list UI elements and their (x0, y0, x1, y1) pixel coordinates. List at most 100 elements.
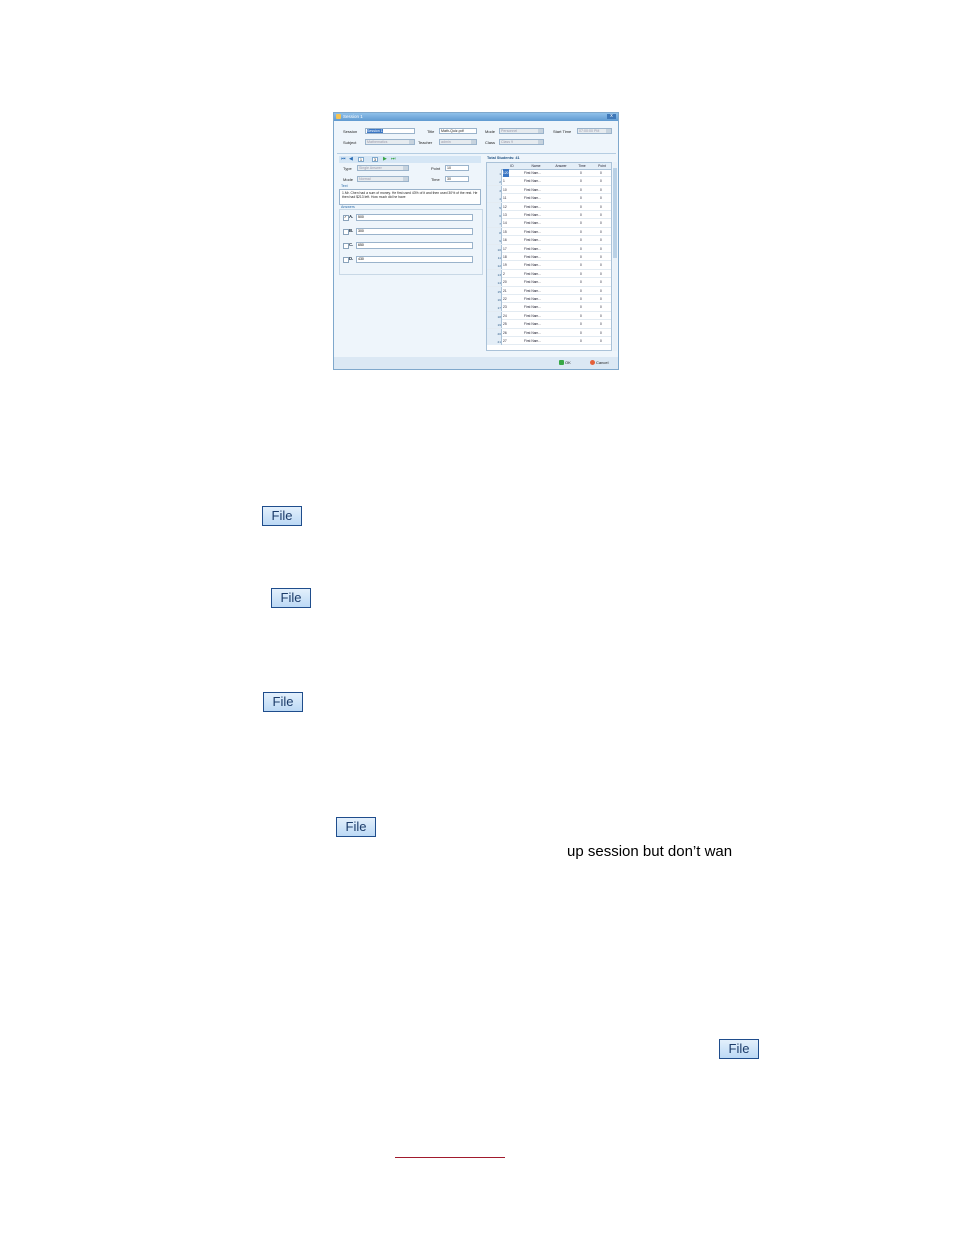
time-field[interactable]: 30 (445, 176, 469, 182)
row-number: 16 (487, 295, 502, 303)
answer-field[interactable]: 430 (356, 256, 473, 263)
cell-id: 23 (503, 305, 507, 310)
table-row[interactable]: 5 12 First Nam... 0 0 (487, 202, 611, 211)
prev-page-icon[interactable]: ◀ (349, 157, 353, 162)
file-menu-button[interactable]: File (271, 588, 311, 608)
question-text[interactable]: 1.Mr. Chen had a sum of money. He first … (339, 189, 481, 205)
row-number: 9 (487, 236, 502, 245)
table-row[interactable]: 1 120 First Nam... 0 0 (487, 169, 611, 178)
cell-name: First Nam... (524, 196, 542, 201)
answer-field[interactable]: 650 (356, 242, 473, 249)
cell-name: First Nam... (524, 221, 542, 226)
class-select[interactable]: Class 9 (499, 139, 544, 145)
table-row[interactable]: 14 20 First Nam... 0 0 (487, 278, 611, 287)
row-number: 15 (487, 286, 502, 295)
chevron-down-icon (471, 140, 476, 144)
cell-name: First Nam... (524, 229, 542, 234)
table-row[interactable]: 17 23 First Nam... 0 0 (487, 303, 611, 312)
mode-select[interactable]: Personnel (499, 128, 544, 134)
file-menu-button[interactable]: File (719, 1039, 759, 1059)
chevron-down-icon (606, 129, 611, 133)
cell-time: 0 (580, 271, 582, 276)
text-section-label: Text (341, 184, 348, 188)
table-row[interactable]: 2 1 First Nam... 0 0 (487, 177, 611, 186)
answer-checkbox[interactable] (343, 257, 349, 263)
scrollbar-thumb[interactable] (613, 168, 617, 258)
answer-field[interactable]: 300 (356, 228, 473, 235)
question-editor: ⏮ ◀ 1 3 ▶ ⏭ Type Single Answer Mode Norm… (339, 156, 487, 369)
table-row[interactable]: 15 21 First Nam... 0 0 (487, 286, 611, 295)
mode-label: Mode (485, 129, 496, 134)
last-page-icon[interactable]: ⏭ (391, 157, 396, 162)
table-row[interactable]: 11 18 First Nam... 0 0 (487, 253, 611, 262)
table-row[interactable]: 19 25 First Nam... 0 0 (487, 320, 611, 329)
answer-field[interactable]: 500 (356, 214, 473, 221)
ok-button[interactable]: OK (559, 360, 571, 366)
file-menu-button[interactable]: File (262, 506, 302, 526)
question-mode-label: Mode (343, 177, 354, 182)
cancel-icon (590, 360, 595, 366)
table-row[interactable]: 13 2 First Nam... 0 0 (487, 269, 611, 279)
title-field[interactable]: Math-Quiz.pdf (439, 128, 477, 134)
total-students: Total Students: 41 (487, 156, 520, 160)
answer-checkbox[interactable] (343, 229, 349, 235)
cell-time: 0 (580, 280, 582, 285)
teacher-label: Teacher (418, 140, 433, 145)
table-row[interactable]: 10 17 First Nam... 0 0 (487, 244, 611, 253)
close-icon[interactable]: x (607, 114, 616, 119)
cell-point: 0 (600, 339, 602, 343)
table-row[interactable]: 3 10 First Nam... 0 0 (487, 185, 611, 195)
cell-point: 0 (600, 271, 602, 276)
cell-time: 0 (580, 238, 582, 243)
table-row[interactable]: 7 14 First Nam... 0 0 (487, 219, 611, 228)
table-row[interactable]: 4 11 First Nam... 0 0 (487, 194, 611, 203)
answer-checkbox[interactable]: ✓ (343, 215, 349, 221)
cell-id: 12 (503, 204, 507, 209)
table-row[interactable]: 21 27 First Nam... 0 0 (487, 337, 611, 346)
table-row[interactable]: 8 15 First Nam... 0 0 (487, 227, 611, 237)
subject-select[interactable]: Mathematics (365, 139, 415, 145)
chevron-down-icon (409, 140, 414, 144)
table-row[interactable]: 16 22 First Nam... 0 0 (487, 295, 611, 304)
start-time-field[interactable]: 07:00:00 PM (577, 128, 612, 134)
first-page-icon[interactable]: ⏮ (341, 157, 346, 162)
table-row[interactable]: 6 13 First Nam... 0 0 (487, 211, 611, 220)
question-navigator: ⏮ ◀ 1 3 ▶ ⏭ (339, 156, 481, 163)
table-row[interactable]: 9 16 First Nam... 0 0 (487, 236, 611, 245)
file-menu-button[interactable]: File (336, 817, 376, 837)
answer-checkbox[interactable] (343, 243, 349, 249)
type-select[interactable]: Single Answer (357, 165, 409, 171)
next-page-icon[interactable]: ▶ (383, 157, 387, 162)
cell-time: 0 (580, 179, 582, 184)
question-mode-select[interactable]: Normal (357, 176, 409, 182)
link-underline[interactable] (395, 1157, 505, 1158)
dialog-footer: OK Cancel (334, 357, 618, 369)
table-row[interactable]: 18 24 First Nam... 0 0 (487, 311, 611, 321)
file-menu-button[interactable]: File (263, 692, 303, 712)
cell-point: 0 (600, 171, 602, 175)
cell-time: 0 (580, 213, 582, 217)
table-row[interactable]: 20 26 First Nam... 0 0 (487, 328, 611, 337)
teacher-select[interactable]: admin (439, 139, 477, 145)
row-number: 6 (487, 211, 502, 219)
point-field[interactable]: 10 (445, 165, 469, 171)
cell-id: 18 (503, 255, 507, 259)
page-number-field[interactable]: 1 (358, 157, 364, 162)
row-number: 7 (487, 219, 502, 228)
cancel-button[interactable]: Cancel (590, 360, 608, 366)
cell-point: 0 (600, 196, 602, 201)
row-number: 10 (487, 244, 502, 253)
dialog-title: Session 1 (343, 114, 363, 119)
table-row[interactable]: 12 19 First Nam... 0 0 (487, 261, 611, 270)
grid-scrollbar[interactable] (613, 162, 617, 351)
session-dialog: Session 1 x Session Session 1 Subject Ma… (333, 112, 619, 370)
cell-name: First Nam... (524, 297, 542, 301)
row-number: 8 (487, 227, 502, 236)
cell-name: First Nam... (524, 238, 542, 243)
body-text-fragment: up session but don’t wan (567, 843, 733, 860)
chevron-down-icon (538, 129, 543, 133)
cell-id: 25 (503, 322, 507, 327)
session-name-field[interactable]: Session 1 (365, 128, 415, 134)
cell-id: 14 (503, 221, 507, 226)
subject-label: Subject (343, 140, 357, 145)
